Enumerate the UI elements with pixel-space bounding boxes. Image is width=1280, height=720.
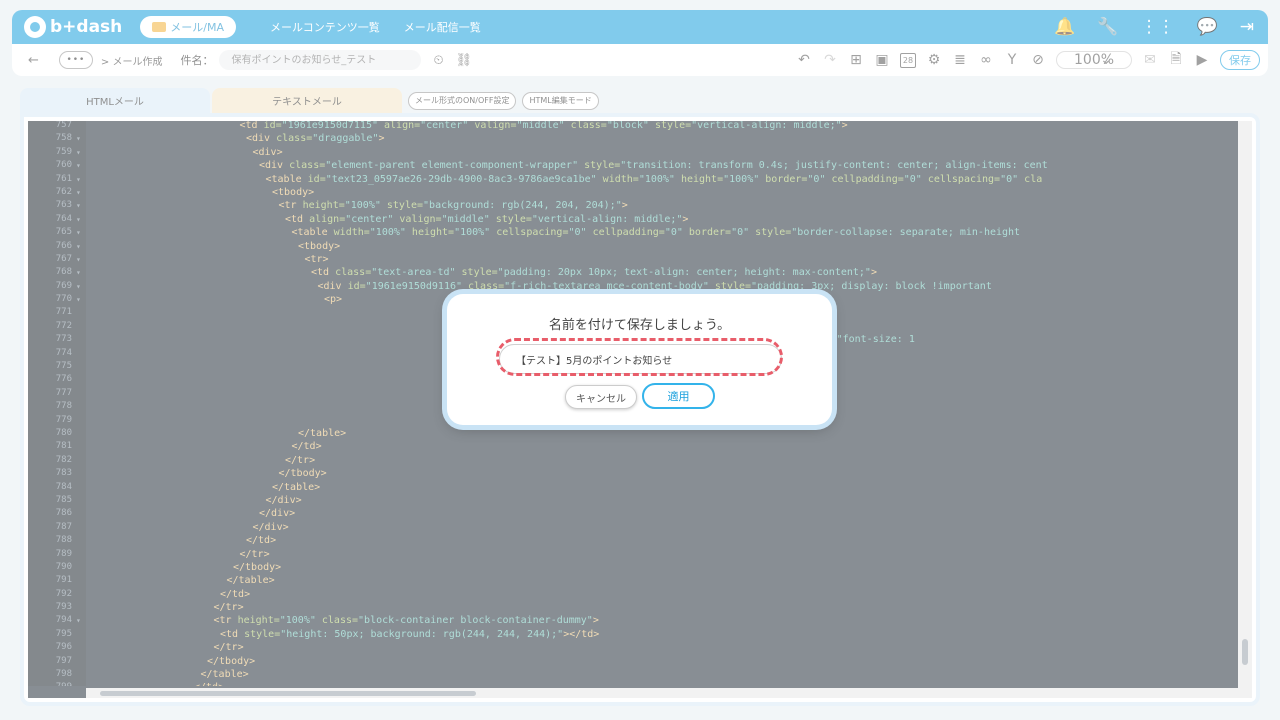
save-name-dialog: 名前を付けて保存しましょう。 【テスト】5月のポイントお知らせ キャンセル 適用 xyxy=(447,294,832,425)
name-input[interactable]: 【テスト】5月のポイントお知らせ xyxy=(499,344,782,374)
cancel-button[interactable]: キャンセル xyxy=(565,385,637,409)
apply-button[interactable]: 適用 xyxy=(642,383,715,409)
dialog-title: 名前を付けて保存しましょう。 xyxy=(548,318,731,333)
